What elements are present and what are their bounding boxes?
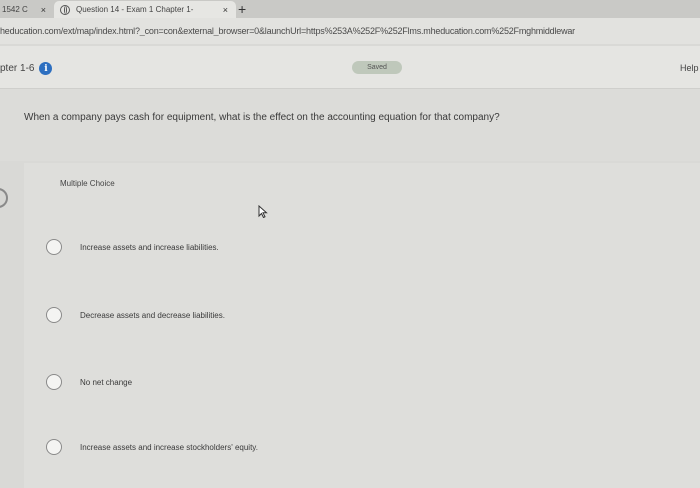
new-tab-button[interactable]: + [238,0,246,18]
saved-status-badge: Saved [352,61,402,74]
answer-option-label[interactable]: Increase assets and increase stockholder… [80,443,258,452]
tab-label: Question 14 - Exam 1 Chapter 1- [76,5,194,14]
answer-option-label[interactable]: Decrease assets and decrease liabilities… [80,311,225,320]
url-text[interactable]: heducation.com/ext/map/index.html?_con=c… [0,26,575,36]
browser-tab-active[interactable]: Question 14 - Exam 1 Chapter 1- × [54,1,236,18]
answer-radio[interactable] [46,307,62,323]
question-text: When a company pays cash for equipment, … [24,112,500,123]
globe-icon [60,4,70,15]
answer-radio[interactable] [46,239,62,255]
browser-tab-previous[interactable]: 1542 C × [0,1,54,18]
question-type-label: Multiple Choice [60,179,115,188]
side-nav-button[interactable] [0,188,8,208]
answer-option[interactable]: No net change [46,374,132,390]
answer-option-label[interactable]: Increase assets and increase liabilities… [80,243,219,252]
answer-option-label[interactable]: No net change [80,378,132,387]
chapter-label: pter 1-6 i [0,62,53,75]
info-icon[interactable]: i [39,62,53,75]
app-header: pter 1-6 i Saved Help [0,46,700,89]
chapter-title: pter 1-6 [0,63,35,74]
answer-radio[interactable] [46,439,62,455]
answer-panel: Multiple Choice Increase assets and incr… [24,163,700,488]
answer-option[interactable]: Increase assets and increase liabilities… [46,239,219,255]
tab-close-icon[interactable]: × [41,5,46,15]
tab-close-icon[interactable]: × [223,5,228,15]
answer-radio[interactable] [46,374,62,390]
answer-option[interactable]: Decrease assets and decrease liabilities… [46,307,225,323]
answer-option[interactable]: Increase assets and increase stockholder… [46,439,258,455]
address-bar[interactable]: heducation.com/ext/map/index.html?_con=c… [0,18,700,44]
help-link[interactable]: Help [680,63,699,73]
browser-tab-strip: 1542 C × Question 14 - Exam 1 Chapter 1-… [0,0,700,18]
pointer-cursor-icon [258,204,268,221]
tab-label: 1542 C [2,5,28,14]
question-area: When a company pays cash for equipment, … [0,89,700,161]
